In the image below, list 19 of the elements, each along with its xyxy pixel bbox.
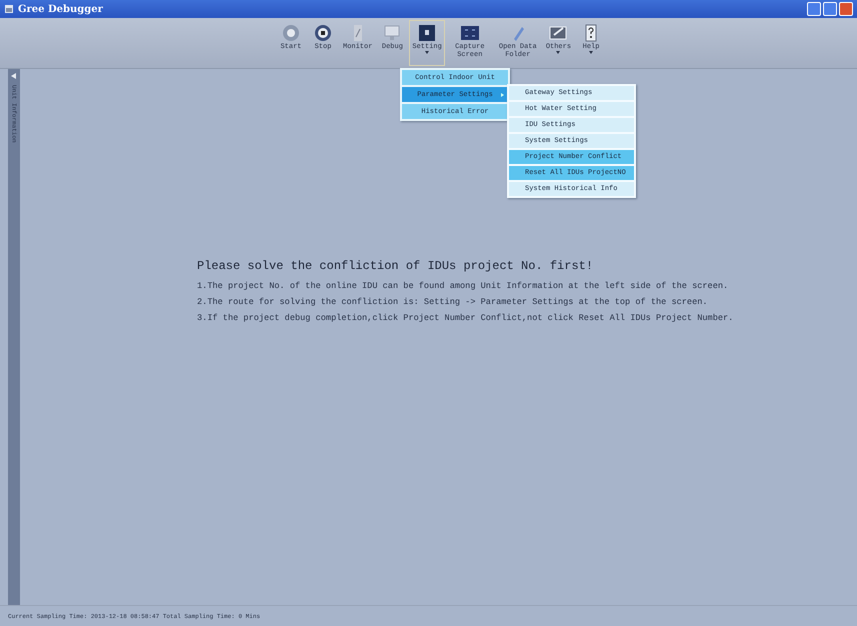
message-line: 1.The project No. of the online IDU can be found among Unit Information at the left side of the screen. bbox=[197, 281, 730, 291]
play-circle-icon bbox=[281, 23, 301, 43]
caret-icon bbox=[425, 51, 430, 54]
window-title: Gree Debugger bbox=[18, 4, 103, 14]
stop-circle-icon bbox=[313, 23, 333, 43]
message-line: 2.The route for solving the confliction is: Setting -> Parameter Settings at the top of the screen. bbox=[197, 297, 709, 307]
close-button[interactable] bbox=[839, 2, 853, 16]
monitor-icon bbox=[382, 23, 402, 43]
app-icon bbox=[4, 4, 14, 14]
settings-icon bbox=[417, 23, 438, 43]
submenu-arrow-icon bbox=[501, 92, 504, 96]
caret-icon bbox=[556, 51, 560, 54]
collapse-icon bbox=[11, 73, 17, 79]
maximize-button[interactable] bbox=[823, 2, 837, 16]
screen-icon bbox=[460, 23, 480, 43]
message-heading: Please solve the confliction of IDUs project No. first! bbox=[197, 259, 594, 273]
minimize-button[interactable] bbox=[807, 2, 821, 16]
message-line: 3.If the project debug completion,click Project Number Conflict,not click Reset All IDUs Project Number. bbox=[197, 313, 734, 323]
caret-icon bbox=[589, 51, 594, 54]
